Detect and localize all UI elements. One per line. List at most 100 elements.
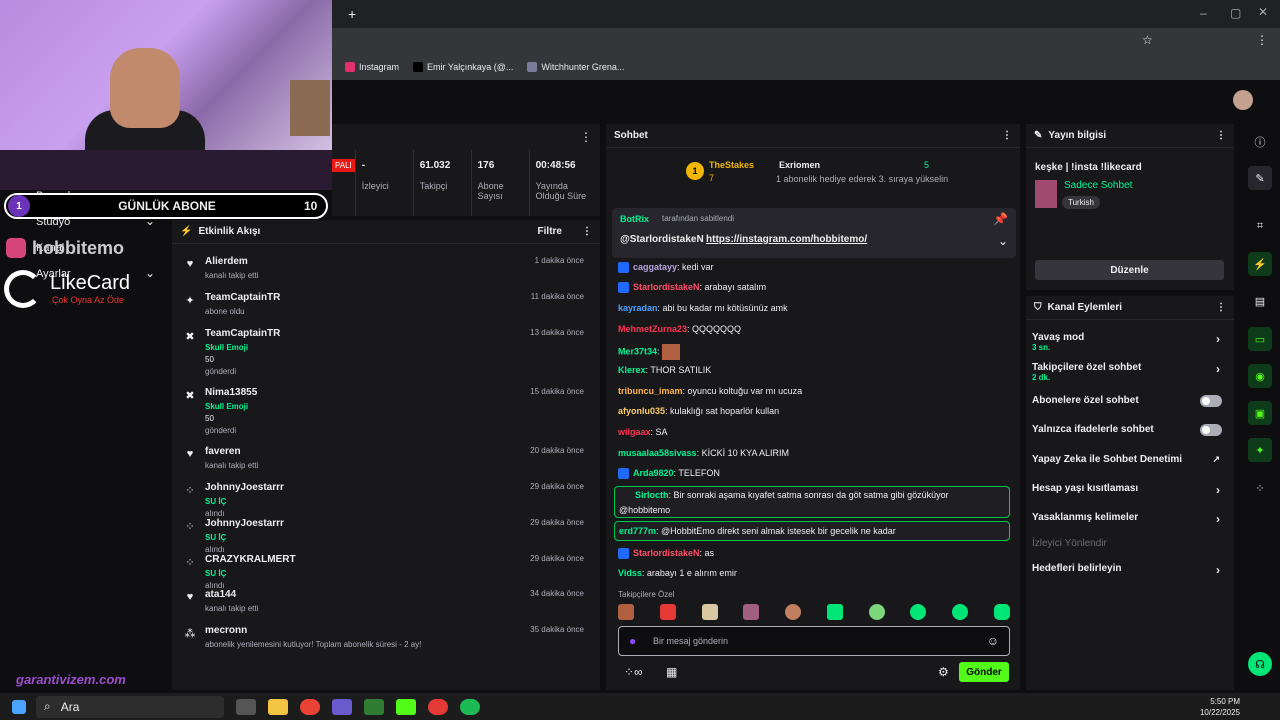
chat-username[interactable]: tribuncu_imam [618, 386, 683, 396]
toggle-switch[interactable] [1200, 395, 1222, 407]
chat-username[interactable]: MehmetZurna23 [618, 324, 687, 334]
close-icon[interactable]: ✕ [1258, 5, 1268, 19]
emote[interactable] [618, 604, 634, 620]
lightning-icon[interactable]: ⚡ [1248, 252, 1272, 276]
minimize-icon[interactable]: – [1200, 6, 1207, 20]
bookmark-star-icon[interactable]: ☆ [1142, 33, 1153, 47]
obs-icon[interactable] [428, 698, 448, 715]
chat-username[interactable]: erd777m [619, 526, 656, 536]
shield-icon [527, 62, 538, 72]
activity-name[interactable]: faveren [205, 446, 241, 457]
broadcast-icon[interactable]: ◉ [1248, 364, 1272, 388]
emote[interactable] [785, 604, 802, 620]
emote[interactable] [952, 604, 969, 620]
chat-username[interactable]: StarlordistakeN [633, 548, 700, 558]
channel-action-row[interactable]: Yalnızca ifadelerle sohbet [1032, 424, 1228, 436]
chat-input[interactable]: ● Bir mesaj gönderin ☺ [618, 626, 1010, 656]
menu-icon[interactable]: ⋮ [1256, 33, 1268, 47]
bookmark-instagram[interactable]: Instagram [345, 62, 399, 72]
chat-username[interactable]: Klerex [618, 365, 646, 375]
xbox-icon[interactable] [364, 698, 384, 715]
activity-name[interactable]: CRAZYKRALMERT [205, 554, 296, 565]
send-button[interactable]: Gönder [959, 662, 1009, 682]
pin-icon[interactable]: 📌 [993, 212, 1008, 226]
activity-name[interactable]: Nima13855 [205, 387, 257, 398]
taskbar-search[interactable]: ⌕ Ara [36, 695, 224, 718]
edit-button[interactable]: Düzenle [1035, 260, 1224, 280]
maximize-icon[interactable]: ▢ [1230, 6, 1241, 20]
activity-name[interactable]: TeamCaptainTR [205, 292, 280, 303]
pencil-icon[interactable]: ✎ [1248, 166, 1272, 190]
emote[interactable] [910, 604, 927, 620]
chat-username[interactable]: StarlordistakeN [633, 282, 700, 292]
chat-username[interactable]: Sirlocth [635, 490, 669, 500]
discord-icon[interactable] [332, 698, 352, 715]
layout-icon[interactable]: ▣ [1248, 401, 1272, 425]
wrench-icon[interactable]: ✦ [1248, 438, 1272, 462]
clock[interactable]: 5:50 PM 10/22/2025 [1200, 696, 1240, 718]
mic-icon[interactable]: ● [629, 634, 636, 648]
chat-username[interactable]: Vidss [618, 568, 642, 578]
chat-username[interactable]: wilgaax [618, 427, 651, 437]
gear-icon[interactable]: ⚙ [938, 665, 949, 679]
emote[interactable] [701, 604, 718, 620]
avatar[interactable] [1233, 90, 1253, 110]
toggle-switch[interactable] [1200, 424, 1222, 436]
spotify-icon[interactable] [460, 698, 480, 715]
store-icon[interactable]: ▦ [666, 665, 677, 679]
points-icon[interactable]: ⁘∞ [624, 665, 643, 679]
bookmark-x[interactable]: Emir Yalçınkaya (@... [413, 62, 513, 72]
activity-name[interactable]: JohnnyJoestarrr [205, 518, 284, 529]
channel-action-row[interactable]: Yavaş mod 3 sn. › [1032, 332, 1228, 352]
emote[interactable] [868, 604, 885, 620]
crop-icon[interactable]: ⌗ [1248, 214, 1272, 238]
chat-username[interactable]: kayradan [618, 303, 658, 313]
more-icon[interactable]: ⋮ [1002, 130, 1012, 141]
activity-name[interactable]: mecronn [205, 625, 247, 636]
channel-action-row[interactable]: Hesap yaşı kısıtlaması › [1032, 483, 1228, 497]
chat-username[interactable]: Arda9820 [633, 468, 674, 478]
task-view-icon[interactable] [236, 698, 256, 715]
bookmark-witchhunter[interactable]: Witchhunter Grena... [527, 62, 624, 72]
more-icon[interactable]: ⋮ [582, 226, 592, 237]
channel-action-row[interactable]: İzleyici Yönlendir [1032, 538, 1228, 549]
chrome-icon[interactable] [300, 698, 320, 715]
chat-username[interactable]: afyonlu035 [618, 406, 665, 416]
sub-icon: ⁂ [184, 628, 196, 640]
windows-icon[interactable] [12, 699, 26, 714]
chat-icon[interactable]: ▭ [1248, 327, 1272, 351]
explorer-icon[interactable] [268, 698, 288, 715]
emoji-icon[interactable]: ☺ [987, 634, 999, 648]
info-icon[interactable]: ⓘ [1248, 130, 1272, 154]
activity-name[interactable]: JohnnyJoestarrr [205, 482, 284, 493]
emote[interactable] [993, 604, 1010, 620]
category-name[interactable]: Sadece Sohbet [1064, 180, 1132, 191]
shapes-icon[interactable]: ⁘ [1248, 476, 1272, 500]
pinned-link[interactable]: https://instagram.com/hobbitemo/ [706, 234, 867, 245]
more-icon[interactable]: ⋮ [1216, 302, 1226, 313]
emote[interactable] [826, 604, 843, 620]
activity-time: 13 dakika önce [530, 328, 584, 337]
kick-icon[interactable] [396, 698, 416, 715]
daily-subs-rank: 1 [8, 195, 30, 217]
chat-username[interactable]: musaalaa58sivass [618, 448, 697, 458]
activity-name[interactable]: ata144 [205, 589, 236, 600]
channel-action-row[interactable]: Takipçilere özel sohbet 2 dk. › [1032, 362, 1228, 382]
emote[interactable] [743, 604, 760, 620]
channel-action-row[interactable]: Yasaklanmış kelimeler › [1032, 512, 1228, 526]
channel-action-row[interactable]: Abonelere özel sohbet [1032, 395, 1228, 407]
activity-name[interactable]: TeamCaptainTR [205, 328, 280, 339]
more-icon[interactable]: ⋮ [1216, 130, 1226, 141]
new-tab-icon[interactable]: + [348, 6, 356, 22]
document-icon[interactable]: ▤ [1248, 289, 1272, 313]
channel-action-row[interactable]: Hedefleri belirleyin › [1032, 563, 1228, 577]
chevron-down-icon[interactable]: ⌄ [998, 234, 1008, 248]
filter-button[interactable]: Filtre [538, 226, 562, 237]
more-icon[interactable]: ⋮ [580, 130, 592, 144]
chat-username[interactable]: caggatayy [633, 262, 677, 272]
chat-username[interactable]: Mer37t34 [618, 346, 657, 356]
emote[interactable] [659, 604, 676, 620]
headset-icon[interactable]: ☊ [1248, 652, 1272, 676]
channel-action-row[interactable]: Yapay Zeka ile Sohbet Denetimi ↗ [1032, 454, 1228, 465]
activity-name[interactable]: Alierdem [205, 256, 248, 267]
